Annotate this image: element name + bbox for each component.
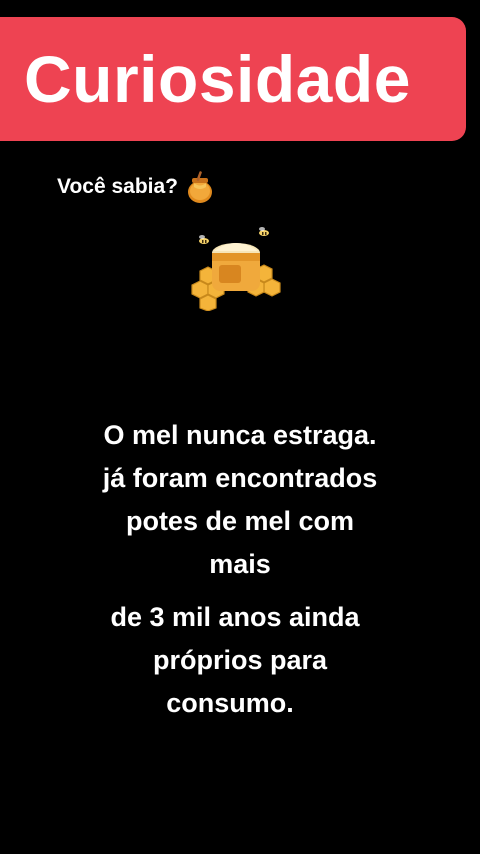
title-banner: Curiosidade (0, 17, 466, 141)
subtitle-text: Você sabia? (57, 175, 178, 198)
fact-line: já foram encontrados (102, 463, 378, 493)
honey-jar-honeycomb-image (191, 227, 281, 311)
fact-line: potes de mel com (125, 506, 355, 536)
fact-text-part-2: de 3 mil anos ainda próprios para consum… (0, 596, 480, 725)
fact-text-part-1: O mel nunca estraga. já foram encontrado… (0, 414, 480, 586)
banner-title: Curiosidade (24, 42, 411, 116)
fact-line: de 3 mil anos ainda (110, 602, 360, 632)
subtitle-row: Você sabia? (57, 170, 214, 204)
fact-line: mais (209, 549, 271, 579)
honey-pot-icon (188, 171, 212, 203)
fact-line: O mel nunca estraga. (103, 420, 377, 450)
fact-line: próprios para (152, 645, 328, 675)
fact-line: consumo. (166, 688, 294, 718)
